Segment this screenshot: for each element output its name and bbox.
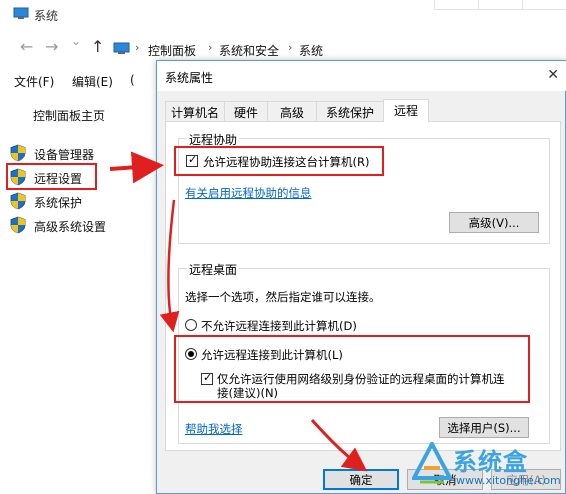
menu-edit[interactable]: 编辑(E): [72, 73, 113, 90]
remote-desktop-highlight: [174, 335, 530, 403]
window-title: 系统: [34, 9, 59, 23]
remote-desktop-instruction: 选择一个选项，然后指定谁可以连接。: [185, 290, 381, 304]
remote-desktop-group-label: 远程桌面: [187, 261, 240, 278]
computer-icon: [113, 42, 130, 54]
sidebar-item-device-manager[interactable]: 设备管理器: [10, 143, 100, 165]
menu-overflow[interactable]: (: [130, 73, 135, 87]
remote-assistance-highlight: [174, 146, 384, 176]
tab-advanced[interactable]: 高级: [267, 101, 317, 121]
window-titlebar: 系统: [0, 0, 566, 32]
close-icon[interactable]: ✕: [547, 67, 559, 83]
select-users-button[interactable]: 选择用户(S)...: [439, 417, 529, 438]
breadcrumb-control-panel[interactable]: 控制面板: [148, 42, 196, 59]
up-arrow-icon[interactable]: ↑: [91, 37, 104, 56]
sidebar-item-label: 系统保护: [34, 196, 83, 210]
chevron-down-icon[interactable]: ⌄: [71, 34, 81, 48]
shield-icon: [10, 192, 26, 210]
watermark: 系统盒 www.xitonghe.com: [408, 440, 566, 494]
minimize-button[interactable]: [434, 0, 478, 10]
sidebar-item-advanced-settings[interactable]: 高级系统设置: [10, 215, 106, 237]
sidebar-item-label: 设备管理器: [34, 148, 95, 162]
remote-assistance-info-link[interactable]: 有关启用远程协助的信息: [185, 185, 312, 201]
sidebar-item-label: 高级系统设置: [34, 220, 107, 234]
breadcrumb-system-security[interactable]: 系统和安全: [219, 42, 279, 59]
breadcrumb-separator: ›: [208, 41, 213, 54]
tab-hardware[interactable]: 硬件: [224, 101, 268, 121]
tab-strip: 计算机名 硬件 高级 系统保护 远程: [165, 99, 561, 122]
sidebar-item-system-protection[interactable]: 系统保护: [10, 191, 100, 213]
sidebar-home-link[interactable]: 控制面板主页: [33, 107, 105, 124]
shield-icon: [10, 216, 26, 234]
watermark-text: 系统盒: [453, 448, 528, 476]
tab-computer-name[interactable]: 计算机名: [165, 101, 225, 121]
help-me-choose-link[interactable]: 帮助我选择: [185, 421, 243, 437]
menu-file[interactable]: 文件(F): [14, 73, 54, 90]
tab-system-protection[interactable]: 系统保护: [316, 101, 384, 121]
sidebar: 控制面板主页 设备管理器 远程设置 系统保护 高级系统设置: [0, 92, 160, 494]
maximize-button[interactable]: [478, 0, 522, 10]
computer-icon: [13, 7, 29, 19]
breadcrumb-separator: ›: [288, 41, 293, 54]
dialog-titlebar: 系统属性 ✕: [157, 61, 566, 91]
back-arrow-icon[interactable]: ←: [20, 37, 33, 56]
ok-button[interactable]: 确定: [323, 469, 399, 490]
close-window-button[interactable]: [522, 0, 566, 10]
logo-icon: [412, 442, 452, 484]
watermark-url: www.xitonghe.com: [456, 474, 561, 487]
menu-bar: 文件(F) 编辑(E) (: [0, 68, 160, 92]
advanced-button[interactable]: 高级(V)...: [449, 212, 539, 233]
deny-remote-radio[interactable]: [185, 319, 197, 331]
breadcrumb-system[interactable]: 系统: [299, 42, 323, 59]
deny-remote-label: 不允许远程连接到此计算机(D): [201, 319, 357, 333]
address-bar[interactable]: › 控制面板 › 系统和安全 › 系统: [113, 39, 566, 59]
breadcrumb-separator: ›: [135, 41, 140, 54]
tab-remote[interactable]: 远程: [383, 99, 429, 122]
forward-arrow-icon[interactable]: →: [45, 37, 58, 56]
system-properties-dialog: 系统属性 ✕ 计算机名 硬件 高级 系统保护 远程 远程协助 ✓ 允许远程协助连…: [156, 60, 566, 494]
shield-icon: [10, 144, 26, 162]
navigation-bar: ← → ⌄ ↑ › 控制面板 › 系统和安全 › 系统: [0, 33, 566, 63]
remote-settings-highlight: [6, 163, 97, 190]
dialog-title: 系统属性: [165, 71, 214, 85]
